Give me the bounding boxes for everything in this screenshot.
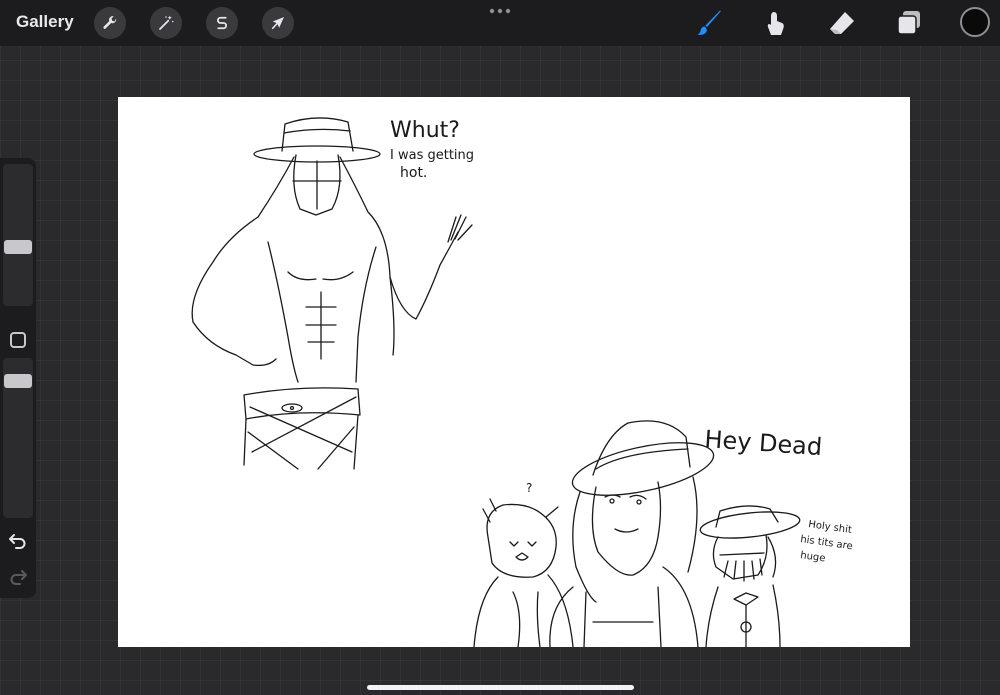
- modify-button[interactable]: [10, 332, 26, 348]
- smudge-button[interactable]: [760, 7, 792, 39]
- smudge-icon: [767, 12, 784, 35]
- brush-size-slider[interactable]: [3, 164, 33, 306]
- top-toolbar: Gallery: [0, 0, 1000, 46]
- adjustments-button[interactable]: [150, 7, 182, 39]
- sketch-figure-woman: [549, 420, 715, 647]
- redo-icon[interactable]: [8, 566, 28, 586]
- wrench-icon: [103, 16, 117, 29]
- opacity-slider[interactable]: [3, 358, 33, 518]
- more-dots-icon[interactable]: [487, 2, 513, 16]
- sketch-figure-cat: [473, 498, 574, 647]
- layers-button[interactable]: [893, 7, 925, 39]
- speech-huge: huge: [800, 550, 826, 564]
- selection-s-icon: [217, 16, 227, 30]
- transform-button[interactable]: [262, 7, 294, 39]
- sketch-figure-masked: [699, 505, 801, 647]
- speech-hey-dead: Hey Dead: [704, 425, 824, 461]
- speech-hot: hot.: [400, 165, 427, 181]
- speech-holy-shit: Holy shit: [808, 519, 853, 536]
- arrow-cursor-icon: [271, 17, 284, 30]
- speech-whut: Whut?: [390, 118, 460, 143]
- brush-button[interactable]: [694, 7, 726, 39]
- brush-icon: [697, 10, 721, 35]
- home-indicator[interactable]: [367, 685, 634, 690]
- side-toolbar: [0, 158, 36, 598]
- sketch-figure-shirtless: [191, 117, 473, 470]
- undo-icon[interactable]: [8, 530, 28, 550]
- layers-icon: [897, 11, 920, 35]
- speech-his-tits: his tits are: [800, 534, 854, 552]
- eraser-icon: [830, 12, 854, 34]
- color-picker-button[interactable]: [960, 7, 990, 37]
- magic-wand-icon: [159, 15, 174, 30]
- actions-button[interactable]: [94, 7, 126, 39]
- sketch-artwork: Whut? I was getting hot. Hey Dead ? Holy…: [191, 117, 854, 647]
- opacity-thumb[interactable]: [4, 374, 32, 389]
- drawing-canvas[interactable]: Whut? I was getting hot. Hey Dead ? Holy…: [118, 97, 910, 647]
- speech-getting: I was getting: [390, 148, 474, 163]
- gallery-button[interactable]: Gallery: [16, 12, 74, 32]
- brush-size-thumb[interactable]: [4, 240, 32, 255]
- speech-question-mark: ?: [526, 481, 532, 495]
- eraser-button[interactable]: [826, 7, 858, 39]
- selection-button[interactable]: [206, 7, 238, 39]
